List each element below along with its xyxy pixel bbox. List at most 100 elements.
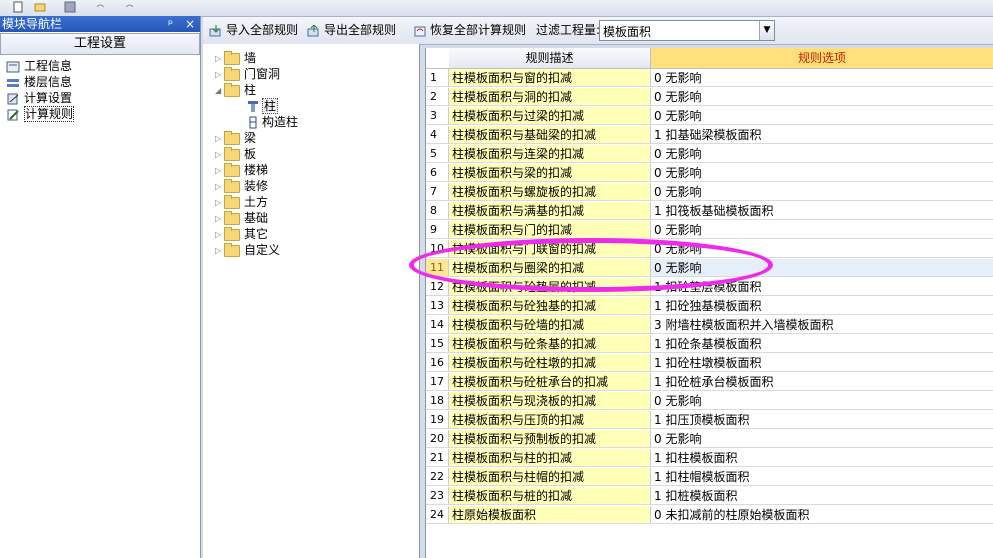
nav-title: 模块导航栏 <box>2 16 62 32</box>
rule-option-cell[interactable]: 1 扣柱模板面积 <box>651 449 993 467</box>
rule-option-cell[interactable]: 0 无影响 <box>651 88 993 106</box>
rule-option-cell[interactable]: 0 无影响 <box>651 69 993 87</box>
table-row[interactable]: 13 柱模板面积与砼独基的扣减 1 扣砼独基模板面积 <box>426 297 993 316</box>
rule-description-cell: 柱原始模板面积 <box>449 506 651 524</box>
expand-arrow-icon[interactable]: ▷ <box>215 195 224 211</box>
table-row[interactable]: 16 柱模板面积与砼柱墩的扣减 1 扣砼柱墩模板面积 <box>426 354 993 373</box>
column-header-option[interactable]: 规则选项 <box>651 48 993 69</box>
expand-arrow-icon[interactable]: ▷ <box>215 179 224 195</box>
rule-option-cell[interactable]: 0 未扣减前的柱原始模板面积 <box>651 506 993 524</box>
table-row[interactable]: 7 柱模板面积与螺旋板的扣减 0 无影响 <box>426 183 993 202</box>
table-row[interactable]: 6 柱模板面积与梁的扣减 0 无影响 <box>426 164 993 183</box>
save-icon[interactable] <box>64 1 76 13</box>
rule-option-cell[interactable]: 0 无影响 <box>651 145 993 163</box>
table-row[interactable]: 19 柱模板面积与压顶的扣减 1 扣压顶模板面积 <box>426 411 993 430</box>
nav-item-calc-rules[interactable]: 计算规则 <box>6 106 74 122</box>
table-row[interactable]: 24 柱原始模板面积 0 未扣减前的柱原始模板面积 <box>426 506 993 525</box>
table-row[interactable]: 14 柱模板面积与砼墙的扣减 3 附墙柱模板面积并入墙模板面积 <box>426 316 993 335</box>
table-row[interactable]: 12 柱模板面积与砼垫层的扣减 1 扣砼垫层模板面积 <box>426 278 993 297</box>
table-row[interactable]: 22 柱模板面积与柱帽的扣减 1 扣柱帽模板面积 <box>426 468 993 487</box>
tree-item[interactable]: ▷ 其它 <box>215 226 268 242</box>
rule-option-cell[interactable]: 3 附墙柱模板面积并入墙模板面积 <box>651 316 993 334</box>
import-all-rules-button[interactable]: 导入全部规则 <box>209 21 298 39</box>
expand-arrow-icon[interactable]: ▷ <box>215 147 224 163</box>
table-row[interactable]: 20 柱模板面积与预制板的扣减 0 无影响 <box>426 430 993 449</box>
table-row[interactable]: 4 柱模板面积与基础梁的扣减 1 扣基础梁模板面积 <box>426 126 993 145</box>
rule-option-cell[interactable]: 1 扣筏板基础模板面积 <box>651 202 993 220</box>
pin-icon[interactable]: ᵖ <box>168 16 173 32</box>
nav-item-floor-info[interactable]: 楼层信息 <box>6 74 72 90</box>
redo-icon[interactable] <box>124 1 136 13</box>
tree-item[interactable]: ◢ 柱 <box>215 82 256 98</box>
rule-option-cell[interactable]: 1 扣基础梁模板面积 <box>651 126 993 144</box>
tree-item[interactable]: ▷ 墙 <box>215 50 256 66</box>
rule-description-cell: 柱模板面积与压顶的扣减 <box>449 411 651 429</box>
export-all-rules-button[interactable]: 导出全部规则 <box>307 21 396 39</box>
rule-option-cell[interactable]: 1 扣砼条基模板面积 <box>651 335 993 353</box>
tree-item[interactable]: ▷ 自定义 <box>215 242 280 258</box>
tree-item[interactable]: ▷ 楼梯 <box>215 162 268 178</box>
rule-option-cell[interactable]: 0 无影响 <box>651 259 993 277</box>
rule-option-cell[interactable]: 1 扣砼垫层模板面积 <box>651 278 993 296</box>
rule-option-cell[interactable]: 0 无影响 <box>651 392 993 410</box>
rule-option-cell[interactable]: 0 无影响 <box>651 164 993 182</box>
tree-item[interactable]: ▷ 梁 <box>215 130 256 146</box>
row-number-cell: 12 <box>426 278 449 296</box>
rule-option-cell[interactable]: 1 扣砼桩承台模板面积 <box>651 373 993 391</box>
undo-icon[interactable] <box>94 1 106 13</box>
nav-item-project-info[interactable]: 工程信息 <box>6 58 72 74</box>
close-icon[interactable]: × <box>185 16 195 32</box>
new-file-icon[interactable] <box>12 1 24 13</box>
table-row[interactable]: 15 柱模板面积与砼条基的扣减 1 扣砼条基模板面积 <box>426 335 993 354</box>
rule-description-cell: 柱模板面积与连梁的扣减 <box>449 145 651 163</box>
tree-item[interactable]: ▷ 门窗洞 <box>215 66 280 82</box>
tab-project-settings[interactable]: 工程设置 <box>0 33 200 55</box>
expand-arrow-icon[interactable]: ▷ <box>215 243 224 259</box>
filter-quantity-select[interactable]: 模板面积 ▼ <box>599 20 775 41</box>
expand-arrow-icon[interactable]: ▷ <box>215 227 224 243</box>
rule-option-cell[interactable]: 0 无影响 <box>651 240 993 258</box>
tree-item[interactable]: ▷ 装修 <box>215 178 268 194</box>
table-row[interactable]: 8 柱模板面积与满基的扣减 1 扣筏板基础模板面积 <box>426 202 993 221</box>
table-row[interactable]: 23 柱模板面积与桩的扣减 1 扣桩模板面积 <box>426 487 993 506</box>
row-number-cell: 4 <box>426 126 449 144</box>
expand-arrow-icon[interactable]: ▷ <box>215 51 224 67</box>
tree-item-child[interactable]: 柱 <box>247 98 278 114</box>
rule-option-cell[interactable]: 0 无影响 <box>651 107 993 125</box>
table-row[interactable]: 11 柱模板面积与圈梁的扣减 0 无影响 <box>426 259 993 278</box>
table-row[interactable]: 9 柱模板面积与门的扣减 0 无影响 <box>426 221 993 240</box>
nav-item-calc-settings[interactable]: 计算设置 <box>6 90 72 106</box>
expand-arrow-icon[interactable]: ▷ <box>215 131 224 147</box>
rule-option-cell[interactable]: 1 扣压顶模板面积 <box>651 411 993 429</box>
rule-option-cell[interactable]: 1 扣砼柱墩模板面积 <box>651 354 993 372</box>
tree-item[interactable]: ▷ 板 <box>215 146 256 162</box>
rule-option-cell[interactable]: 1 扣砼独基模板面积 <box>651 297 993 315</box>
expand-arrow-icon[interactable]: ▷ <box>215 163 224 179</box>
expand-arrow-icon[interactable]: ▷ <box>215 67 224 83</box>
tree-item[interactable]: ▷ 基础 <box>215 210 268 226</box>
table-row[interactable]: 5 柱模板面积与连梁的扣减 0 无影响 <box>426 145 993 164</box>
row-number-cell: 11 <box>426 259 449 277</box>
table-row[interactable]: 18 柱模板面积与现浇板的扣减 0 无影响 <box>426 392 993 411</box>
tree-item[interactable]: ▷ 土方 <box>215 194 268 210</box>
expand-arrow-icon[interactable]: ▷ <box>215 211 224 227</box>
table-row[interactable]: 10 柱模板面积与门联窗的扣减 0 无影响 <box>426 240 993 259</box>
table-row[interactable]: 3 柱模板面积与过梁的扣减 0 无影响 <box>426 107 993 126</box>
column-header-desc[interactable]: 规则描述 <box>449 48 651 69</box>
table-row[interactable]: 17 柱模板面积与砼桩承台的扣减 1 扣砼桩承台模板面积 <box>426 373 993 392</box>
rule-option-cell[interactable]: 1 扣桩模板面积 <box>651 487 993 505</box>
row-number-cell: 20 <box>426 430 449 448</box>
open-folder-icon[interactable] <box>34 1 46 13</box>
collapse-arrow-icon[interactable]: ◢ <box>215 83 224 99</box>
rule-option-cell[interactable]: 0 无影响 <box>651 430 993 448</box>
rule-option-cell[interactable]: 0 无影响 <box>651 183 993 201</box>
table-row[interactable]: 1 柱模板面积与窗的扣减 0 无影响 <box>426 69 993 88</box>
rule-option-cell[interactable]: 1 扣柱帽模板面积 <box>651 468 993 486</box>
restore-all-rules-button[interactable]: 恢复全部计算规则 <box>413 21 526 39</box>
tree-item-child[interactable]: 构造柱 <box>247 114 298 130</box>
table-row[interactable]: 21 柱模板面积与柱的扣减 1 扣柱模板面积 <box>426 449 993 468</box>
chevron-down-icon[interactable]: ▼ <box>759 21 774 40</box>
table-row[interactable]: 2 柱模板面积与洞的扣减 0 无影响 <box>426 88 993 107</box>
row-number-cell: 24 <box>426 506 449 524</box>
rule-option-cell[interactable]: 0 无影响 <box>651 221 993 239</box>
